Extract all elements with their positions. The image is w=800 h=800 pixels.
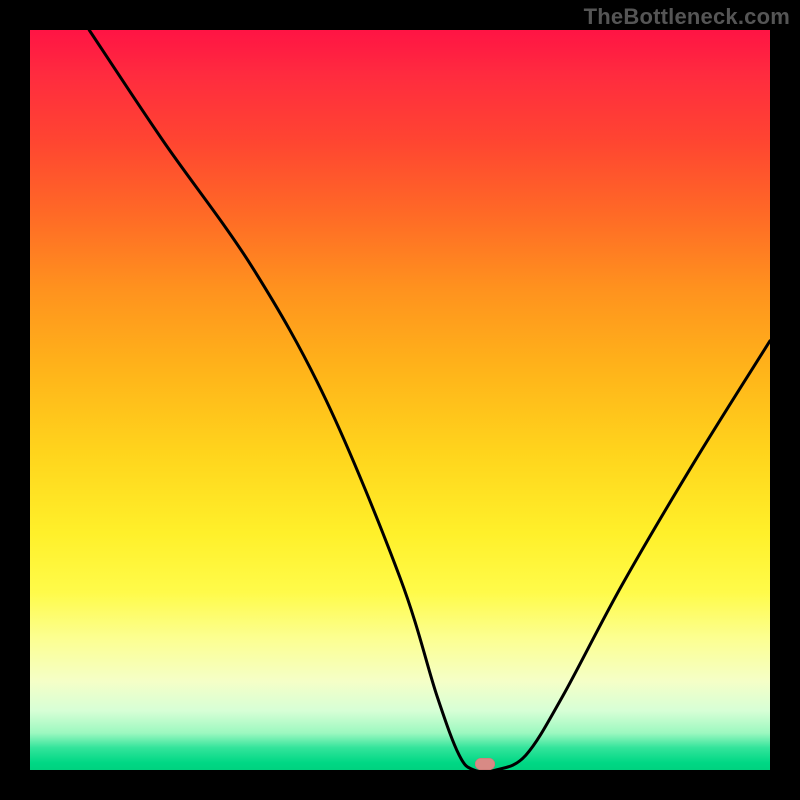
- chart-container: TheBottleneck.com: [0, 0, 800, 800]
- bottleneck-curve: [30, 30, 770, 770]
- plot-area: [30, 30, 770, 770]
- watermark-text: TheBottleneck.com: [584, 4, 790, 30]
- optimal-point-marker: [475, 758, 495, 770]
